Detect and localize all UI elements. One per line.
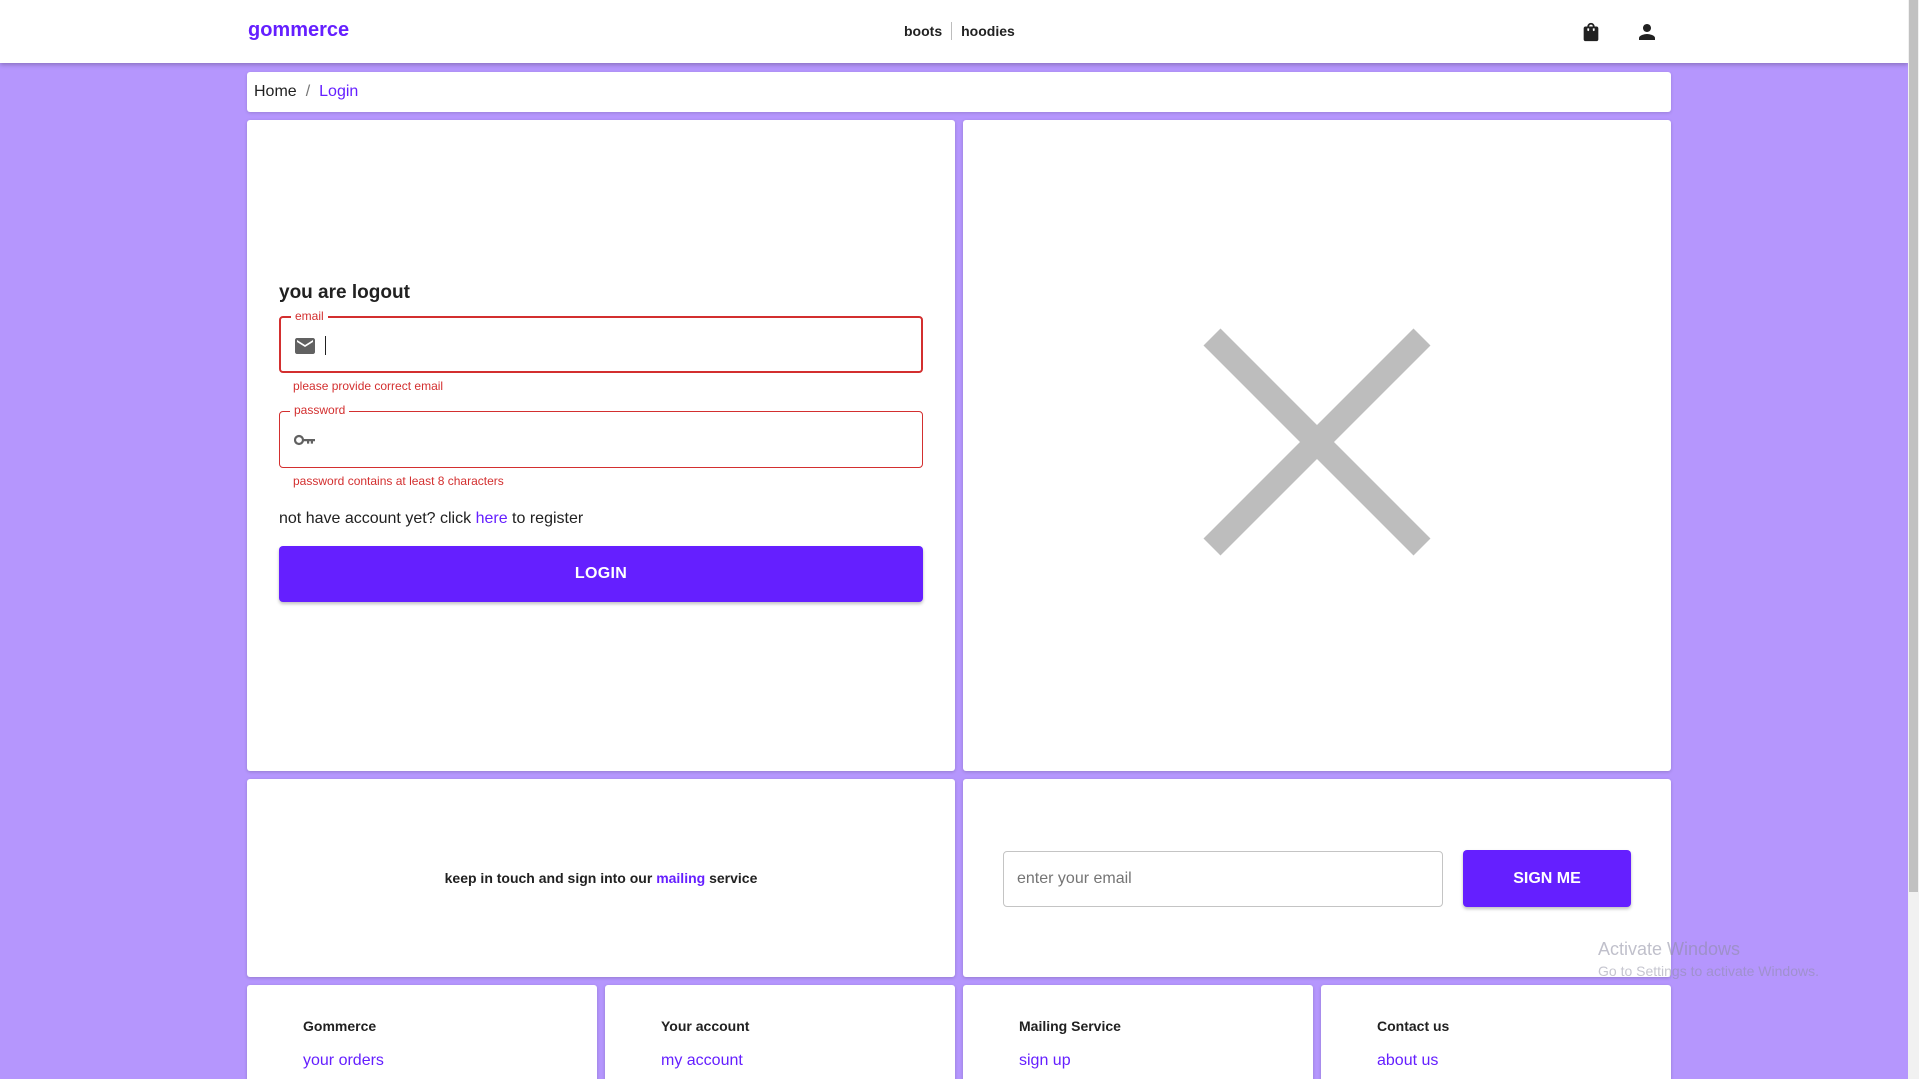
password-input[interactable] <box>324 422 904 456</box>
register-prompt-suffix: to register <box>512 510 584 527</box>
register-prompt: not have account yet? click here to regi… <box>279 510 923 528</box>
page: gommerce boots hoodies Home / Login you … <box>0 0 1919 1079</box>
footer-column-gommerce: Gommerce your orders <box>247 985 597 1079</box>
vertical-scrollbar[interactable] <box>1908 0 1919 1079</box>
mailing-text: keep in touch and sign into our mailing … <box>247 779 955 977</box>
category-nav: boots hoodies <box>904 22 1015 40</box>
brand-logo[interactable]: gommerce <box>248 19 349 42</box>
close-icon <box>1203 328 1431 556</box>
person-icon[interactable] <box>1634 19 1660 45</box>
sign-me-button[interactable]: SIGN ME <box>1463 850 1631 907</box>
email-field[interactable]: email <box>279 309 923 373</box>
password-field[interactable]: password <box>279 403 923 468</box>
mail-icon <box>295 336 317 356</box>
footer-link-my-account[interactable]: my account <box>661 1052 743 1070</box>
footer-link-your-orders[interactable]: your orders <box>303 1052 384 1070</box>
mailing-text-accent: mailing <box>656 870 706 886</box>
nav-link-boots[interactable]: boots <box>904 23 942 39</box>
register-prompt-prefix: not have account yet? click <box>279 510 472 527</box>
register-link[interactable]: here <box>476 510 508 527</box>
breadcrumb-home[interactable]: Home <box>254 83 297 101</box>
password-label: password <box>290 403 350 417</box>
footer-title: Mailing Service <box>1019 1018 1121 1034</box>
mailing-form-card: SIGN ME <box>963 779 1671 977</box>
mailing-text-suffix: service <box>709 870 758 886</box>
footer-link-sign-up[interactable]: sign up <box>1019 1052 1071 1070</box>
login-button[interactable]: LOGIN <box>279 546 923 602</box>
footer-column-mailing-service: Mailing Service sign up <box>963 985 1313 1079</box>
mailing-email-input[interactable] <box>1003 851 1443 907</box>
top-app-bar: gommerce boots hoodies <box>0 0 1908 63</box>
email-input[interactable] <box>325 328 905 362</box>
breadcrumb-current: Login <box>319 83 359 100</box>
nav-divider <box>951 22 953 40</box>
breadcrumb-separator: / <box>305 83 311 100</box>
text-caret <box>325 336 326 355</box>
login-form: you are logout email please provide corr… <box>279 282 923 602</box>
login-card: you are logout email please provide corr… <box>247 120 955 771</box>
login-heading: you are logout <box>279 282 410 303</box>
footer-link-about-us[interactable]: about us <box>1377 1052 1438 1070</box>
footer-title: Your account <box>661 1018 750 1034</box>
scrollbar-thumb[interactable] <box>1909 0 1918 892</box>
breadcrumb: Home / Login <box>247 72 1671 112</box>
footer-title: Gommerce <box>303 1018 377 1034</box>
password-field-group: password password contains at least 8 ch… <box>279 403 923 488</box>
footer-title: Contact us <box>1377 1018 1450 1034</box>
email-error-text: please provide correct email <box>293 379 444 393</box>
footer-column-contact-us: Contact us about us <box>1321 985 1671 1079</box>
shopping-bag-icon[interactable] <box>1578 19 1604 45</box>
email-label: email <box>291 309 328 323</box>
footer-column-your-account: Your account my account <box>605 985 955 1079</box>
mailing-text-prefix: keep in touch and sign into our <box>444 870 653 886</box>
password-error-text: password contains at least 8 characters <box>293 474 504 488</box>
image-card <box>963 120 1671 771</box>
key-icon <box>294 430 316 450</box>
email-field-group: email please provide correct email <box>279 309 923 393</box>
mailing-text-card: keep in touch and sign into our mailing … <box>247 779 955 977</box>
nav-link-hoodies[interactable]: hoodies <box>961 23 1015 39</box>
